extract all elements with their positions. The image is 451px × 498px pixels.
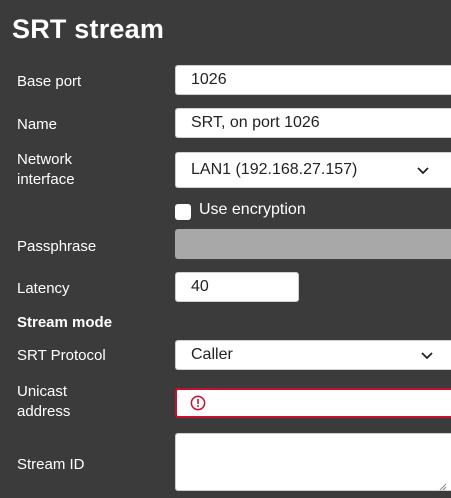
page-title: SRT stream [12,14,165,44]
name-label: Name [17,116,58,133]
network-interface-label-line1: Network [17,151,73,168]
passphrase-input[interactable] [175,229,451,259]
srt-protocol-label: SRT Protocol [17,347,106,364]
network-interface-label-line2: interface [17,171,75,188]
stream-id-textarea[interactable] [175,433,451,491]
use-encryption-label: Use encryption [199,201,306,218]
latency-value: 40 [191,278,209,295]
chevron-down-icon [417,162,429,178]
resize-handle-icon[interactable] [439,478,447,491]
stream-id-label: Stream ID [17,456,85,473]
use-encryption-checkbox[interactable] [175,204,191,220]
unicast-address-input[interactable] [175,388,451,418]
latency-label: Latency [17,280,70,297]
latency-input[interactable]: 40 [175,272,299,302]
name-value: SRT, on port 1026 [191,114,320,131]
base-port-input[interactable]: 1026 [175,65,451,95]
srt-protocol-value: Caller [191,346,233,363]
passphrase-label: Passphrase [17,238,97,255]
network-interface-label: Network interface [17,150,75,190]
exclamation-circle-icon [190,395,206,411]
network-interface-value: LAN1 (192.168.27.157) [191,161,358,178]
srt-protocol-select[interactable]: Caller [175,340,451,370]
unicast-address-label-line1: Unicast [17,383,68,400]
srt-stream-panel: SRT stream Base port 1026 Name SRT, on p… [0,0,451,498]
name-input[interactable]: SRT, on port 1026 [175,108,451,138]
base-port-label: Base port [17,73,82,90]
unicast-address-label-line2: address [17,403,71,420]
base-port-value: 1026 [191,71,227,88]
stream-mode-heading: Stream mode [17,314,113,331]
chevron-down-icon [421,347,433,363]
network-interface-select[interactable]: LAN1 (192.168.27.157) [175,152,451,188]
unicast-address-label: Unicast address [17,382,70,422]
